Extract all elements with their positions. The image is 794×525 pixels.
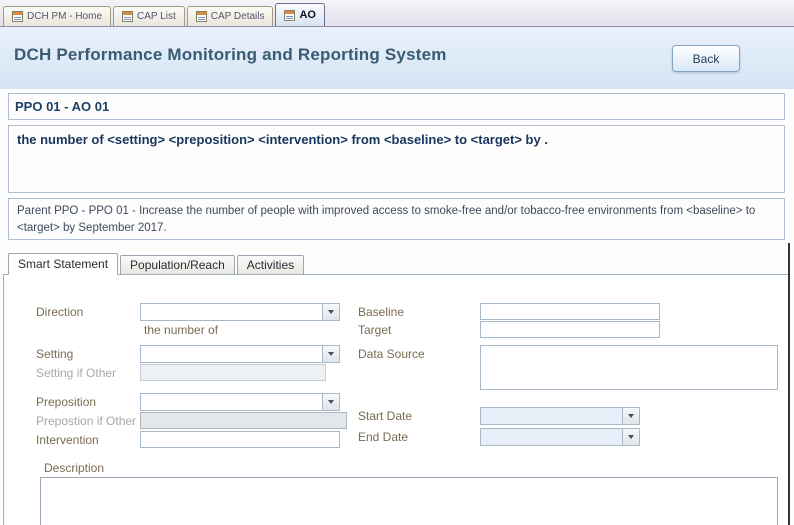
subtab-activities[interactable]: Activities	[237, 255, 304, 275]
chevron-down-icon	[628, 414, 634, 418]
tab-label: CAP Details	[211, 11, 265, 22]
tab-label: AO	[299, 9, 316, 21]
setting-if-other-label: Setting if Other	[36, 366, 116, 380]
parent-ppo-box: Parent PPO - PPO 01 - Increase the numbe…	[8, 198, 785, 240]
subtab-smart-statement[interactable]: Smart Statement	[8, 253, 118, 275]
direction-combo-button[interactable]	[322, 304, 339, 320]
smart-statement-box: the number of <setting> <preposition> <i…	[8, 125, 785, 193]
preposition-combo[interactable]	[140, 393, 340, 411]
subtab-population-reach[interactable]: Population/Reach	[120, 255, 235, 275]
access-window: DCH PM - Home CAP List CAP Details AO DC…	[0, 0, 794, 525]
form-icon	[196, 11, 207, 22]
preposition-combo-button[interactable]	[322, 394, 339, 410]
baseline-label: Baseline	[358, 305, 404, 319]
data-source-label: Data Source	[358, 347, 425, 361]
setting-combo[interactable]	[140, 345, 340, 363]
tab-ao[interactable]: AO	[275, 3, 325, 26]
setting-if-other-input	[140, 364, 326, 381]
direction-label: Direction	[36, 305, 83, 319]
target-label: Target	[358, 323, 391, 337]
baseline-input[interactable]	[480, 303, 660, 320]
detail-tab-bar: Smart Statement Population/Reach Activit…	[8, 253, 306, 275]
intervention-input[interactable]	[140, 431, 340, 448]
start-date-combo-button[interactable]	[622, 408, 639, 424]
object-tab-bar: DCH PM - Home CAP List CAP Details AO	[0, 0, 794, 27]
form-header: DCH Performance Monitoring and Reporting…	[0, 27, 794, 89]
chevron-down-icon	[328, 310, 334, 314]
end-date-combo-value	[481, 429, 622, 445]
prepostion-if-other-input	[140, 412, 347, 429]
back-button[interactable]: Back	[672, 45, 740, 72]
end-date-label: End Date	[358, 430, 408, 444]
tab-cap-list[interactable]: CAP List	[113, 6, 185, 26]
tab-cap-details[interactable]: CAP Details	[187, 6, 274, 26]
chevron-down-icon	[328, 400, 334, 404]
description-input[interactable]	[40, 477, 778, 525]
description-label: Description	[44, 461, 104, 475]
end-date-combo-button[interactable]	[622, 429, 639, 445]
start-date-combo-value	[481, 408, 622, 424]
start-date-label: Start Date	[358, 409, 412, 423]
page-title: DCH Performance Monitoring and Reporting…	[14, 45, 447, 65]
chevron-down-icon	[628, 435, 634, 439]
direction-combo[interactable]	[140, 303, 340, 321]
preposition-label: Preposition	[36, 395, 96, 409]
chevron-down-icon	[328, 352, 334, 356]
form-icon	[284, 10, 295, 21]
tab-dch-pm-home[interactable]: DCH PM - Home	[3, 6, 111, 26]
data-source-input[interactable]	[480, 345, 778, 390]
setting-combo-button[interactable]	[322, 346, 339, 362]
intervention-label: Intervention	[36, 433, 99, 447]
setting-label: Setting	[36, 347, 73, 361]
direction-hint-text: the number of	[144, 323, 218, 337]
form-icon	[122, 11, 133, 22]
target-input[interactable]	[480, 321, 660, 338]
form-icon	[12, 11, 23, 22]
preposition-combo-value	[141, 394, 322, 410]
setting-combo-value	[141, 346, 322, 362]
prepostion-if-other-label: Prepostion if Other	[36, 414, 136, 428]
end-date-combo[interactable]	[480, 428, 640, 446]
window-edge-line	[788, 243, 790, 525]
direction-combo-value	[141, 304, 322, 320]
tab-label: CAP List	[137, 11, 176, 22]
tab-label: DCH PM - Home	[27, 11, 102, 22]
record-title-box: PPO 01 - AO 01	[8, 93, 785, 120]
start-date-combo[interactable]	[480, 407, 640, 425]
